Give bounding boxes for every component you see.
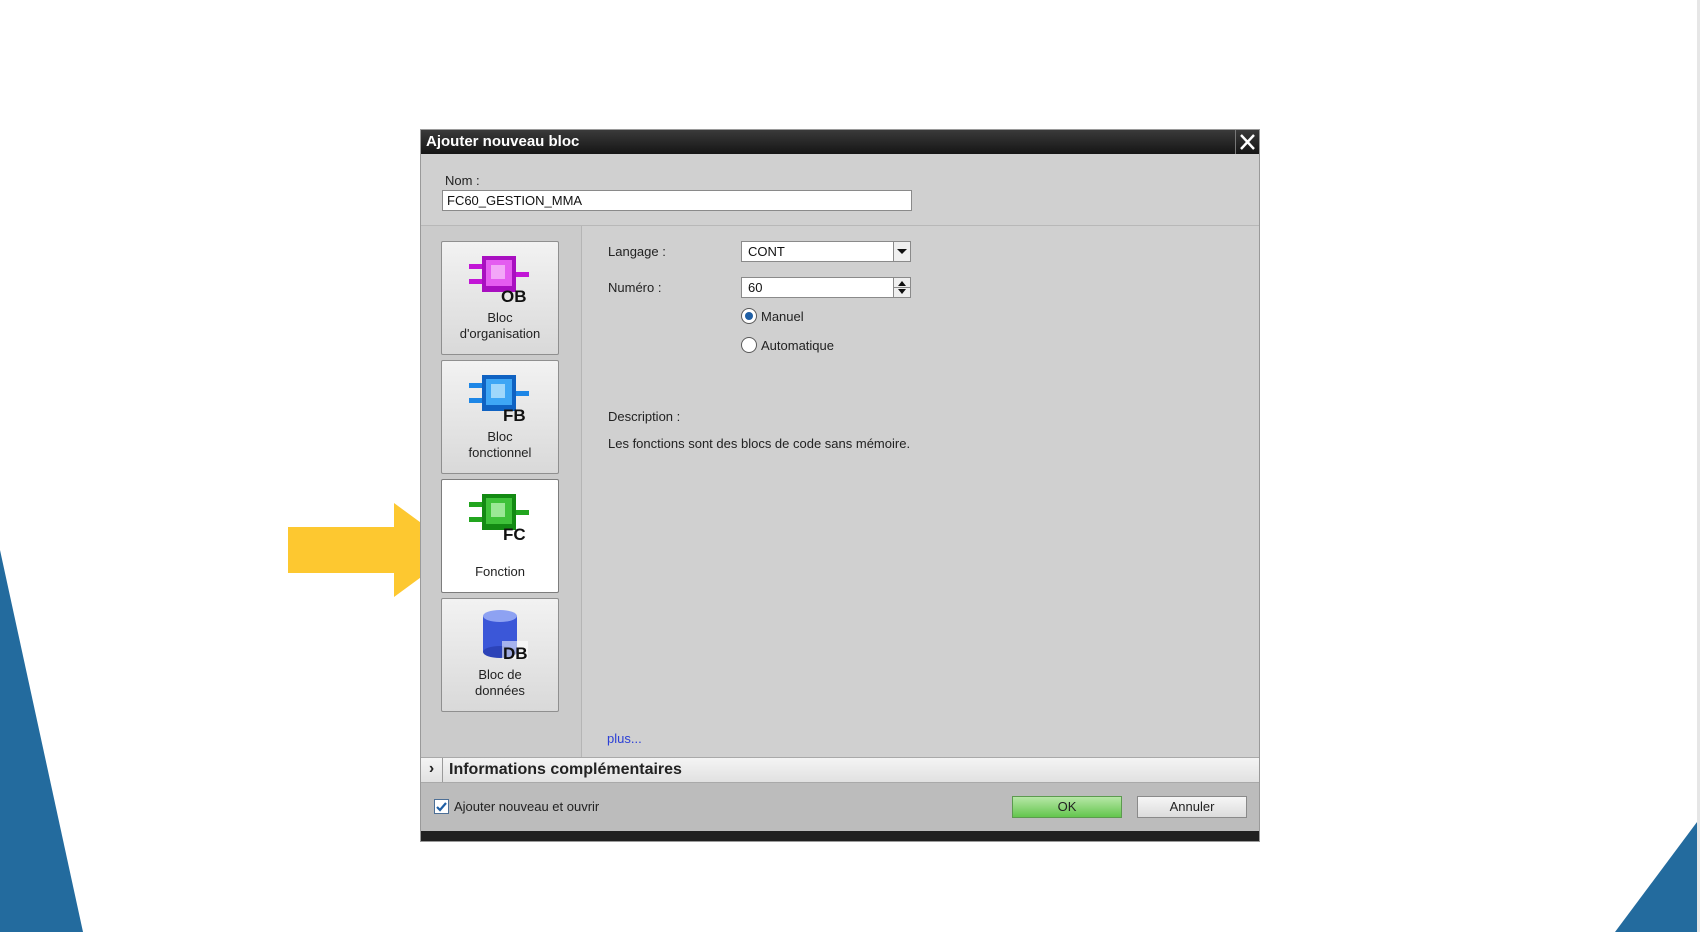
svg-text:DB: DB [503, 644, 528, 661]
radio-automatic[interactable]: Automatique [741, 337, 834, 353]
stepper-arrows-icon [894, 281, 910, 294]
data-block-icon: DB [483, 610, 528, 661]
block-label: Fonction [475, 564, 525, 579]
language-label: Langage : [608, 244, 666, 259]
organization-block-icon: OB [469, 256, 529, 304]
name-label: Nom : [445, 173, 480, 188]
block-label: Bloc de données [475, 667, 525, 698]
function-block-button[interactable]: FB Bloc fonctionnel [441, 360, 559, 474]
dialog-bottom-bar [421, 831, 1259, 841]
close-icon [1240, 134, 1255, 150]
stepper-buttons[interactable] [893, 278, 910, 297]
radio-manual[interactable]: Manuel [741, 308, 804, 324]
dropdown-arrow[interactable] [893, 242, 910, 261]
language-value: CONT [748, 244, 785, 259]
number-label: Numéro : [608, 280, 662, 295]
radio-automatic-label: Automatique [761, 337, 834, 353]
slide-corner-left-decoration [0, 550, 83, 932]
checkbox[interactable] [434, 799, 449, 814]
organization-block-button[interactable]: OB Bloc d'organisation [441, 241, 559, 355]
ok-button[interactable]: OK [1012, 796, 1122, 818]
radio-button-checked[interactable] [741, 308, 757, 324]
function-button[interactable]: FC Fonction [441, 479, 559, 593]
more-link[interactable]: plus... [607, 731, 642, 746]
language-dropdown[interactable]: CONT [741, 241, 911, 262]
function-block-icon: FB [469, 375, 529, 423]
add-and-open-checkbox[interactable]: Ajouter nouveau et ouvrir [434, 799, 599, 814]
cancel-button[interactable]: Annuler [1137, 796, 1247, 818]
dialog-footer: Ajouter nouveau et ouvrir OK Annuler [421, 783, 1259, 833]
svg-text:OB: OB [501, 287, 527, 304]
additional-info-section[interactable]: › Informations complémentaires [421, 757, 1259, 783]
slide-corner-right-decoration [1615, 818, 1700, 932]
radio-button-unchecked[interactable] [741, 337, 757, 353]
add-new-block-dialog: Ajouter nouveau bloc Nom : OB Bloc d'org… [420, 129, 1260, 842]
function-icon: FC [469, 494, 529, 542]
checkbox-label: Ajouter nouveau et ouvrir [454, 799, 600, 814]
svg-text:FB: FB [503, 406, 526, 423]
number-value: 60 [748, 280, 763, 295]
description-label: Description : [608, 409, 681, 424]
additional-info-title: Informations complémentaires [449, 761, 682, 778]
close-button[interactable] [1235, 130, 1259, 154]
check-icon [436, 802, 447, 812]
svg-text:FC: FC [503, 525, 526, 542]
chevron-right-icon[interactable]: › [421, 758, 443, 782]
block-label: Bloc fonctionnel [468, 429, 532, 460]
radio-manual-label: Manuel [761, 308, 804, 324]
dialog-titlebar: Ajouter nouveau bloc [421, 130, 1259, 154]
number-stepper[interactable]: 60 [741, 277, 911, 298]
dialog-title: Ajouter nouveau bloc [426, 133, 580, 150]
data-block-button[interactable]: DB Bloc de données [441, 598, 559, 712]
description-text: Les fonctions sont des blocs de code san… [608, 436, 911, 451]
chevron-down-icon [897, 249, 907, 254]
block-type-panel: OB Bloc d'organisation FB Bloc fonctionn… [421, 226, 582, 757]
block-label: Bloc d'organisation [459, 310, 541, 341]
name-input[interactable] [442, 190, 912, 211]
